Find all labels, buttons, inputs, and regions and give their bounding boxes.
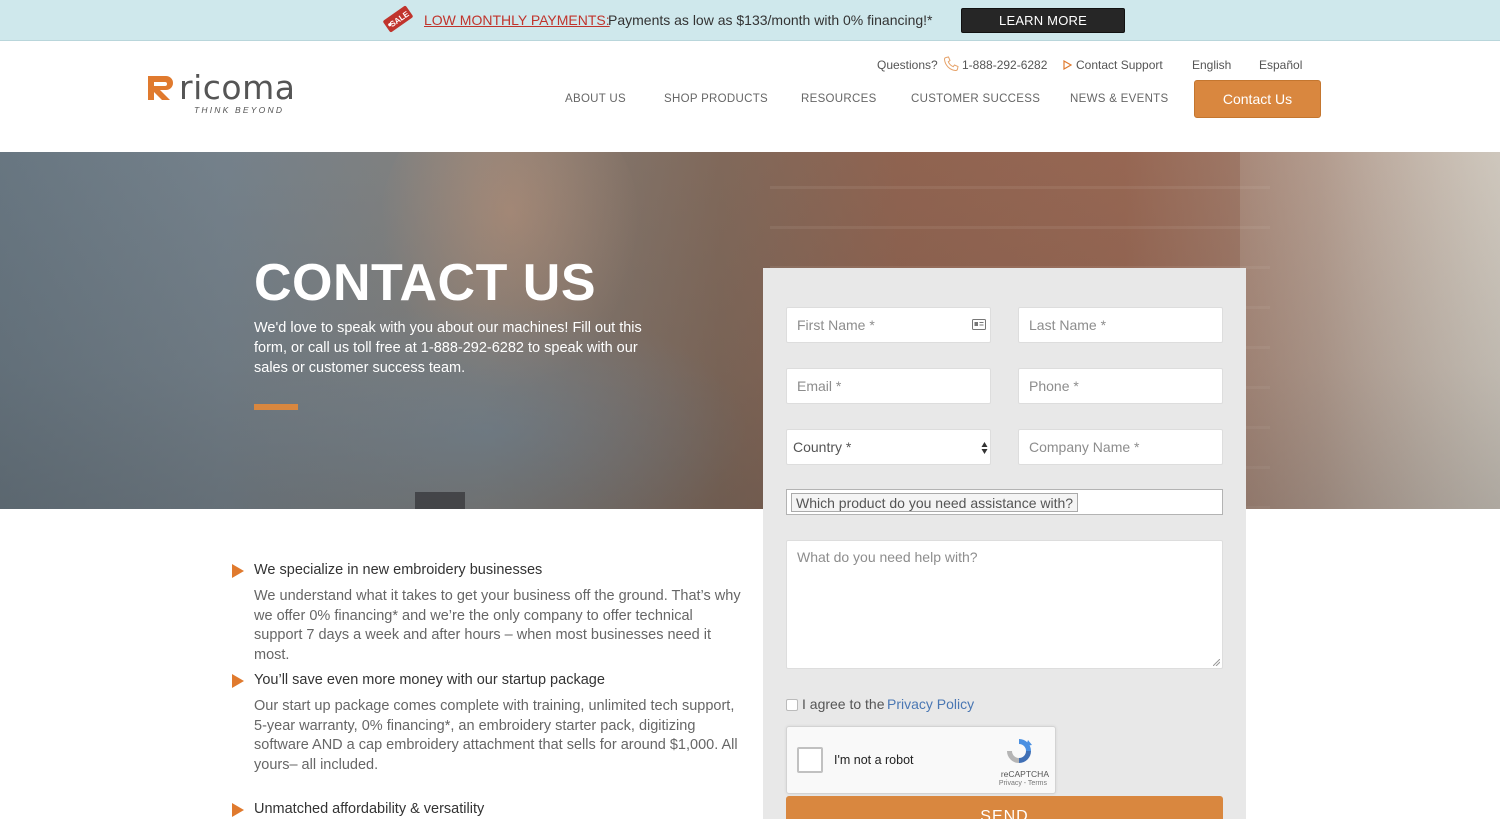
recaptcha-brand: reCAPTCHA [1000, 769, 1049, 779]
last-name-placeholder: Last Name * [1029, 317, 1107, 333]
benefit-title: You’ll save even more money with our sta… [254, 672, 605, 688]
product-select-value: Which product do you need assistance wit… [791, 493, 1079, 512]
last-name-field[interactable]: Last Name * [1018, 307, 1223, 343]
company-name-placeholder: Company Name * [1029, 439, 1140, 455]
learn-more-button[interactable]: LEARN MORE [961, 8, 1125, 33]
hero-overlay [0, 152, 1500, 509]
first-name-placeholder: First Name * [797, 317, 875, 333]
nav-resources[interactable]: RESOURCES [801, 93, 877, 105]
country-select-value: Country * [793, 439, 852, 455]
page-title: CONTACT US [254, 254, 597, 312]
promo-bar: SALE LOW MONTHLY PAYMENTS: Payments as l… [0, 0, 1500, 41]
nav-about-us[interactable]: ABOUT US [565, 93, 626, 105]
nav-news-events[interactable]: NEWS & EVENTS [1070, 93, 1168, 105]
benefit-body: Our start up package comes complete with… [254, 698, 738, 774]
play-arrow-icon [1063, 60, 1072, 70]
privacy-agree-checkbox[interactable] [786, 699, 798, 711]
questions-label: Questions? [877, 58, 938, 72]
language-english-link[interactable]: English [1192, 58, 1231, 72]
promo-text: Payments as low as $133/month with 0% fi… [608, 12, 933, 28]
sale-tag-icon: SALE [383, 6, 413, 32]
contact-us-button[interactable]: Contact Us [1194, 80, 1321, 118]
benefit-title: We specialize in new embroidery business… [254, 562, 543, 578]
help-placeholder: What do you need help with? [797, 549, 978, 565]
benefit-arrow-icon [232, 564, 244, 578]
nav-shop-products[interactable]: SHOP PRODUCTS [664, 93, 768, 105]
contact-support-link[interactable]: Contact Support [1076, 58, 1163, 72]
phone-icon [943, 56, 959, 72]
product-select[interactable]: Which product do you need assistance wit… [786, 489, 1223, 515]
privacy-policy-link[interactable]: Privacy Policy [887, 696, 974, 712]
phone-field[interactable]: Phone * [1018, 368, 1223, 404]
benefit-title: Unmatched affordability & versatility [254, 801, 485, 817]
benefit-body: We understand what it takes to get your … [254, 588, 741, 664]
logo-tagline: THINK BEYOND [194, 105, 285, 115]
ricoma-logo[interactable]: ricoma THINK BEYOND [146, 68, 296, 118]
hero-banner: CONTACT US We'd love to speak with you a… [0, 152, 1500, 509]
contact-card-icon [972, 319, 986, 330]
country-select[interactable]: Country * [786, 429, 991, 465]
phone-link[interactable]: 1-888-292-6282 [962, 58, 1047, 72]
recaptcha-widget: I'm not a robot reCAPTCHA Privacy - Term… [786, 726, 1056, 794]
first-name-field[interactable]: First Name * [786, 307, 991, 343]
email-field[interactable]: Email * [786, 368, 991, 404]
resize-grip-icon[interactable] [1213, 659, 1220, 666]
company-name-field[interactable]: Company Name * [1018, 429, 1223, 465]
select-arrows-icon [981, 442, 988, 454]
site-header: ricoma THINK BEYOND Questions? 1-888-292… [0, 41, 1500, 152]
language-espanol-link[interactable]: Español [1259, 58, 1302, 72]
send-button[interactable]: SEND [786, 796, 1223, 819]
recaptcha-terms-link[interactable]: Privacy - Terms [787, 780, 1047, 787]
logo-wordmark: ricoma [179, 68, 296, 107]
privacy-agree-label: I agree to the [802, 696, 885, 712]
hero-subtitle: We'd love to speak with you about our ma… [254, 320, 642, 376]
hero-accent-bar [254, 404, 298, 410]
benefit-arrow-icon [232, 803, 244, 817]
benefit-arrow-icon [232, 674, 244, 688]
help-textarea[interactable]: What do you need help with? [786, 540, 1223, 669]
email-placeholder: Email * [797, 378, 842, 394]
nav-customer-success[interactable]: CUSTOMER SUCCESS [911, 93, 1040, 105]
phone-placeholder: Phone * [1029, 378, 1079, 394]
recaptcha-logo-icon [1007, 739, 1032, 763]
promo-highlight-link[interactable]: LOW MONTHLY PAYMENTS: [424, 12, 610, 28]
logo-mark-icon [148, 76, 173, 100]
recaptcha-label: I'm not a robot [834, 753, 914, 767]
